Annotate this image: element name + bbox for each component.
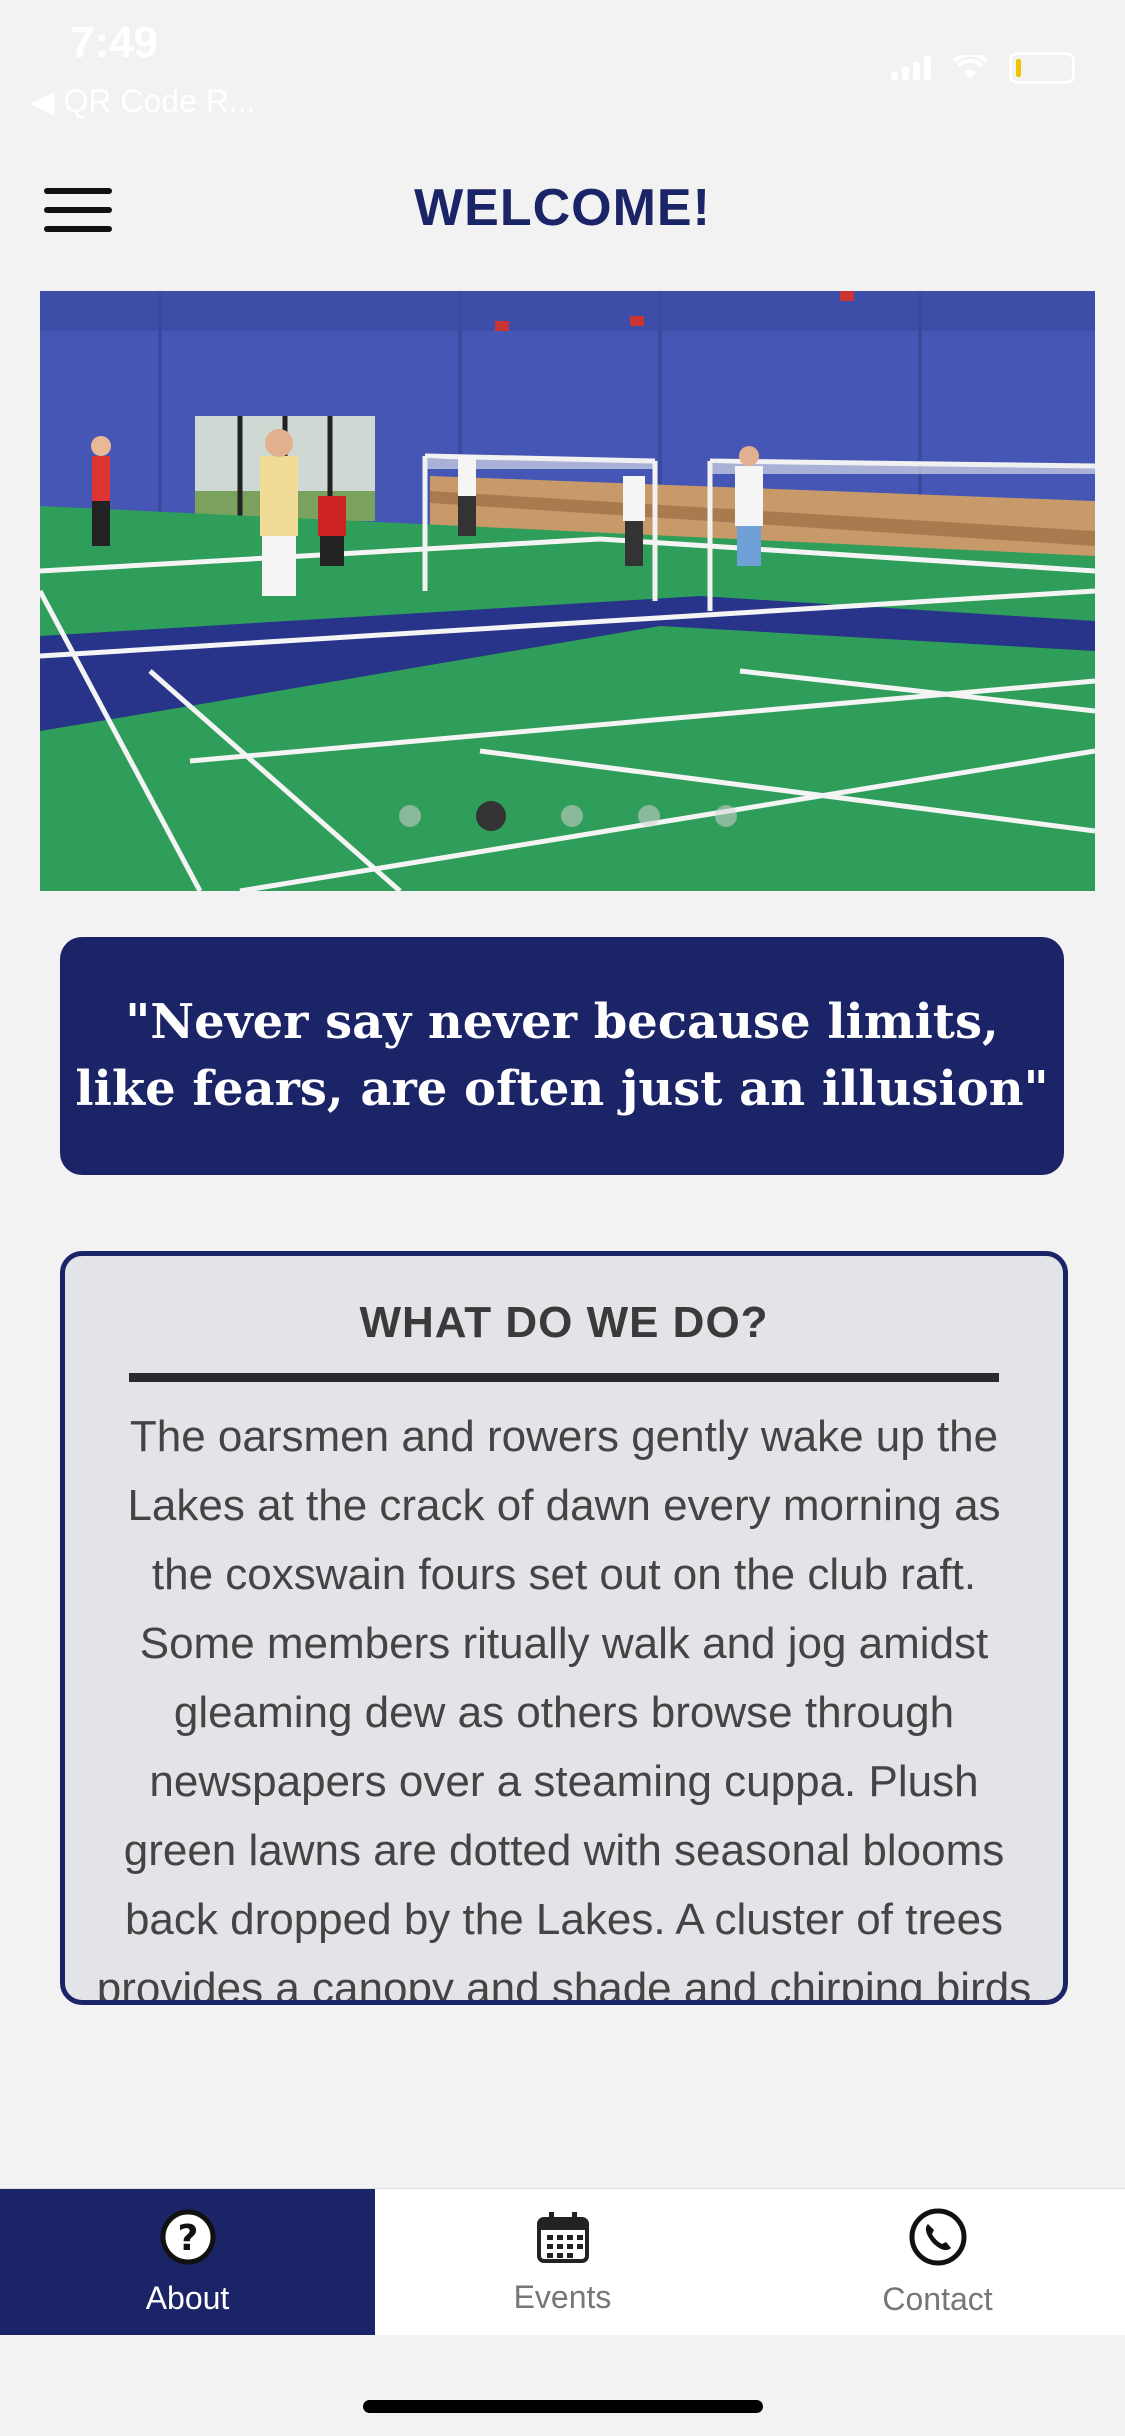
status-time: 7:49	[70, 18, 159, 67]
card-body-text: The oarsmen and rowers gently wake up th…	[96, 1412, 1032, 2005]
tab-label: Contact	[882, 2280, 993, 2317]
carousel-indicators	[40, 801, 1095, 831]
calendar-icon	[536, 2211, 589, 2263]
battery-icon	[1009, 52, 1075, 84]
back-to-app-link[interactable]: ◀ QR Code R...	[30, 82, 256, 120]
carousel-dot[interactable]	[714, 805, 737, 827]
tab-contact[interactable]: Contact	[750, 2189, 1125, 2335]
tab-events[interactable]: Events	[375, 2189, 750, 2335]
carousel-dot[interactable]	[637, 805, 660, 827]
quote-text: "Never say never because limits, like fe…	[75, 994, 1049, 1117]
card-title: WHAT DO WE DO?	[359, 1298, 769, 1347]
home-indicator[interactable]	[363, 2400, 763, 2413]
status-icons	[891, 52, 1075, 84]
svg-text:?: ?	[177, 2218, 198, 2259]
divider	[129, 1373, 999, 1382]
phone-icon	[909, 2208, 966, 2265]
bottom-tab-bar: ? About Events Contact	[0, 2188, 1125, 2335]
page-title: WELCOME!	[414, 179, 711, 237]
badminton-hall-image	[40, 291, 1095, 891]
tab-about[interactable]: ? About	[0, 2189, 375, 2335]
tab-label: Events	[513, 2278, 612, 2315]
question-icon: ?	[160, 2209, 215, 2264]
carousel-dot[interactable]	[560, 805, 583, 827]
quote-banner: "Never say never because limits, like fe…	[60, 937, 1064, 1175]
carousel-dot-active[interactable]	[475, 801, 506, 831]
tab-label: About	[145, 2279, 230, 2316]
signal-icon	[891, 56, 931, 80]
what-we-do-card[interactable]: WHAT DO WE DO? The oarsmen and rowers ge…	[60, 1251, 1068, 2005]
wifi-icon	[953, 55, 987, 79]
carousel-dot[interactable]	[398, 805, 421, 827]
hero-carousel[interactable]	[40, 291, 1095, 891]
